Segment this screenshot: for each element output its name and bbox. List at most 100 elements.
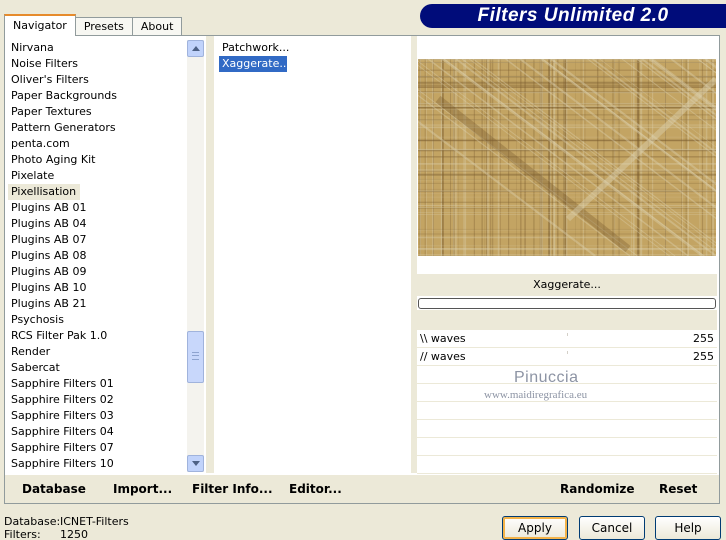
category-item[interactable]: RCS Filter Pak 1.0 — [8, 328, 188, 344]
category-row: Plugins AB 04 — [8, 216, 188, 232]
reset-button[interactable]: Reset — [659, 481, 697, 497]
category-row: Pattern Generators — [8, 120, 188, 136]
parameter-label: // waves — [420, 350, 466, 363]
parameter-slider[interactable]: \\ waves 255 — [417, 330, 717, 348]
category-row: Sapphire Filters 01 — [8, 376, 188, 392]
tab-presets[interactable]: Presets — [74, 17, 133, 36]
category-item[interactable]: Plugins AB 08 — [8, 248, 188, 264]
category-row: Pixellisation — [8, 184, 188, 200]
category-row: Sapphire Filters 03 — [8, 408, 188, 424]
parameter-header — [417, 310, 717, 330]
progress-bar — [418, 298, 716, 309]
category-row: Sapphire Filters 02 — [8, 392, 188, 408]
scroll-thumb[interactable] — [187, 331, 204, 383]
category-item[interactable]: Pattern Generators — [8, 120, 188, 136]
category-item[interactable]: Sapphire Filters 10 — [8, 456, 188, 472]
category-row: Photo Aging Kit — [8, 152, 188, 168]
xaggerate-texture — [418, 59, 716, 256]
category-item[interactable]: penta.com — [8, 136, 188, 152]
bottom-toolbar: Database Import... Filter Info... Editor… — [5, 475, 719, 503]
category-item[interactable]: Sapphire Filters 07 — [8, 440, 188, 456]
category-item[interactable]: Sapphire Filters 04 — [8, 424, 188, 440]
category-row: penta.com — [8, 136, 188, 152]
scroll-up-button[interactable] — [187, 40, 204, 57]
category-item[interactable]: Sapphire Filters 01 — [8, 376, 188, 392]
editor-button[interactable]: Editor... — [289, 481, 342, 497]
category-item[interactable]: Oliver's Filters — [8, 72, 188, 88]
parameter-value: 255 — [693, 350, 714, 363]
category-scrollbar[interactable] — [187, 40, 204, 472]
slider-tick — [567, 351, 568, 354]
filter-info-button[interactable]: Filter Info... — [192, 481, 273, 497]
category-row: Pixelate — [8, 168, 188, 184]
category-row: Oliver's Filters — [8, 72, 188, 88]
preview-spacer — [417, 256, 717, 274]
category-row: Plugins AB 08 — [8, 248, 188, 264]
category-row: Plugins AB 07 — [8, 232, 188, 248]
category-item[interactable]: Render — [8, 344, 188, 360]
category-item[interactable]: Plugins AB 04 — [8, 216, 188, 232]
category-row: Noise Filters — [8, 56, 188, 72]
current-filter-name: Xaggerate... — [417, 274, 717, 296]
empty-slider-row — [417, 402, 717, 420]
filter-item[interactable]: Xaggerate... — [219, 56, 290, 72]
category-row: Psychosis — [8, 312, 188, 328]
category-item[interactable]: Paper Backgrounds — [8, 88, 188, 104]
category-row: Plugins AB 21 — [8, 296, 188, 312]
category-item[interactable]: Plugins AB 07 — [8, 232, 188, 248]
category-item[interactable]: Plugins AB 09 — [8, 264, 188, 280]
tab-navigator[interactable]: Navigator — [4, 14, 76, 36]
category-row: Plugins AB 10 — [8, 280, 188, 296]
parameter-value: 255 — [693, 332, 714, 345]
category-item[interactable]: Nirvana — [8, 40, 188, 56]
database-status: Database:ICNET-Filters — [4, 515, 129, 528]
category-item[interactable]: Psychosis — [8, 312, 188, 328]
empty-slider-row — [417, 420, 717, 438]
category-item[interactable]: Pixellisation — [8, 184, 81, 200]
filter-item[interactable]: Patchwork... — [219, 40, 292, 56]
category-row: Sapphire Filters 04 — [8, 424, 188, 440]
category-list[interactable]: Nirvana Noise Filters Oliver's Filters Pape… — [8, 40, 188, 472]
slider-tick — [567, 333, 568, 336]
filters-value: 1250 — [60, 528, 88, 540]
scroll-down-button[interactable] — [187, 455, 204, 472]
category-item[interactable]: Plugins AB 10 — [8, 280, 188, 296]
category-item[interactable]: Sapphire Filters 02 — [8, 392, 188, 408]
watermark-url: www.maidiregrafica.eu — [484, 389, 588, 401]
apply-button[interactable]: Apply — [502, 516, 568, 540]
cancel-button[interactable]: Cancel — [579, 516, 645, 540]
category-row: Render — [8, 344, 188, 360]
category-row: Sapphire Filters 07 — [8, 440, 188, 456]
database-button[interactable]: Database — [22, 481, 86, 497]
category-item[interactable]: Paper Textures — [8, 104, 188, 120]
list-divider — [206, 36, 214, 473]
tab-about[interactable]: About — [131, 17, 183, 36]
empty-slider-row — [417, 438, 717, 456]
filter-row: Patchwork... — [219, 40, 409, 56]
category-item[interactable]: Photo Aging Kit — [8, 152, 188, 168]
category-row: Plugins AB 01 — [8, 200, 188, 216]
category-row: Plugins AB 09 — [8, 264, 188, 280]
app-title: Filters Unlimited 2.0 — [477, 5, 669, 26]
chevron-up-icon — [192, 46, 200, 51]
category-item[interactable]: Pixelate — [8, 168, 188, 184]
category-item[interactable]: Sabercat — [8, 360, 188, 376]
parameter-slider[interactable]: // waves 255 — [417, 348, 717, 366]
parameter-list: \\ waves 255 // waves 255 — [417, 330, 717, 474]
empty-slider-row — [417, 456, 717, 474]
database-value: ICNET-Filters — [60, 515, 129, 528]
category-item[interactable]: Plugins AB 21 — [8, 296, 188, 312]
category-item[interactable]: Noise Filters — [8, 56, 188, 72]
category-row: Sabercat — [8, 360, 188, 376]
category-item[interactable]: Sapphire Filters 03 — [8, 408, 188, 424]
category-item[interactable]: Plugins AB 01 — [8, 200, 188, 216]
filters-label: Filters: — [4, 528, 41, 540]
filter-list[interactable]: Patchwork... Xaggerate... — [219, 40, 409, 470]
category-row: RCS Filter Pak 1.0 — [8, 328, 188, 344]
randomize-button[interactable]: Randomize — [560, 481, 634, 497]
import-button[interactable]: Import... — [113, 481, 172, 497]
category-row: Sapphire Filters 10 — [8, 456, 188, 472]
help-button[interactable]: Help — [655, 516, 721, 540]
parameter-label: \\ waves — [420, 332, 466, 345]
category-row: Nirvana — [8, 40, 188, 56]
